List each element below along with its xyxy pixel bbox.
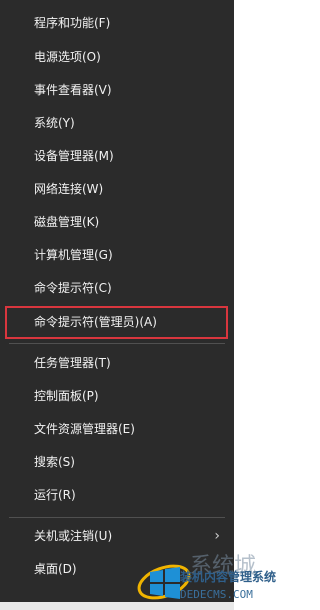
menu-item-task-manager[interactable]: 任务管理器(T) (0, 347, 234, 380)
menu-item-label: 任务管理器(T) (34, 356, 111, 370)
menu-item-label: 运行(R) (34, 488, 76, 502)
menu-item-search[interactable]: 搜索(S) (0, 446, 234, 479)
menu-item-label: 命令提示符(C) (34, 281, 112, 295)
menu-item-run[interactable]: 运行(R) (0, 479, 234, 512)
menu-item-control-panel[interactable]: 控制面板(P) (0, 380, 234, 413)
menu-item-disk-management[interactable]: 磁盘管理(K) (0, 206, 234, 239)
menu-item-label: 文件资源管理器(E) (34, 422, 135, 436)
menu-item-file-explorer[interactable]: 文件资源管理器(E) (0, 413, 234, 446)
menu-item-label: 计算机管理(G) (34, 248, 113, 262)
menu-item-device-manager[interactable]: 设备管理器(M) (0, 140, 234, 173)
watermark-tagline: 装机内容管理系统 (180, 570, 277, 584)
menu-item-label: 桌面(D) (34, 562, 77, 576)
menu-item-network-connections[interactable]: 网络连接(W) (0, 173, 234, 206)
menu-separator (9, 343, 225, 344)
menu-item-label: 系统(Y) (34, 116, 75, 130)
watermark-url: DEDECMS.COM (180, 588, 253, 601)
menu-item-label: 控制面板(P) (34, 389, 99, 403)
context-menu: 程序和功能(F) 电源选项(O) 事件查看器(V) 系统(Y) 设备管理器(M)… (0, 0, 234, 602)
menu-item-label: 网络连接(W) (34, 182, 104, 196)
menu-item-computer-management[interactable]: 计算机管理(G) (0, 239, 234, 272)
menu-item-label: 设备管理器(M) (34, 149, 114, 163)
menu-item-command-prompt[interactable]: 命令提示符(C) (0, 272, 234, 305)
menu-item-label: 磁盘管理(K) (34, 215, 100, 229)
menu-item-label: 搜索(S) (34, 455, 75, 469)
highlight-annotation-box (5, 306, 228, 339)
menu-item-programs-features[interactable]: 程序和功能(F) (0, 7, 234, 40)
menu-item-label: 事件查看器(V) (34, 83, 112, 97)
menu-item-system[interactable]: 系统(Y) (0, 107, 234, 140)
menu-separator (9, 517, 225, 518)
menu-item-power-options[interactable]: 电源选项(O) (0, 41, 234, 74)
background-area (234, 0, 294, 610)
menu-item-label: 关机或注销(U) (34, 529, 113, 543)
menu-item-label: 电源选项(O) (34, 50, 101, 64)
menu-item-label: 程序和功能(F) (34, 16, 111, 30)
watermark: 系统城 装机内容管理系统 DEDECMS.COM (134, 548, 294, 610)
menu-item-event-viewer[interactable]: 事件查看器(V) (0, 74, 234, 107)
